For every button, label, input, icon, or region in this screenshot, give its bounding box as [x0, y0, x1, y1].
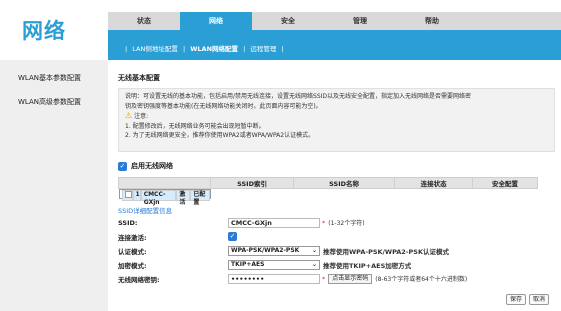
- ssid-row: SSID: CMCC-GXjn * (1-32个字符): [118, 216, 555, 229]
- auth-mode-select[interactable]: WPA-PSK/WPA2-PSK ⌄: [228, 245, 320, 256]
- enc-mode-value: TKIP+AES: [231, 260, 265, 268]
- active-label: 连接激活:: [118, 233, 147, 242]
- tab-security[interactable]: 安全: [252, 12, 324, 30]
- required-mark: *: [322, 218, 326, 227]
- table-cell: 1: [132, 190, 141, 201]
- tab-network[interactable]: 网络: [180, 12, 252, 30]
- warning-icon: ⚠: [125, 111, 133, 120]
- chevron-down-icon: ⌄: [311, 246, 317, 254]
- subnav-remote-management[interactable]: 远程管理: [250, 45, 276, 53]
- enable-wifi-checkbox[interactable]: ✓: [118, 161, 127, 171]
- auth-label: 认证模式:: [118, 247, 147, 256]
- tab-help[interactable]: 帮助: [396, 12, 468, 30]
- save-button[interactable]: 保存: [505, 294, 526, 305]
- tab-status[interactable]: 状态: [108, 12, 180, 30]
- enable-wifi-row: ✓ 启用无线网络: [118, 160, 555, 172]
- ssid-label: SSID:: [118, 218, 138, 227]
- ssid-table: SSID索引 SSID名称 连接状态 安全配置 1 CMCC-GXjn 激活 已…: [118, 177, 538, 206]
- page-logo: 网络: [22, 19, 66, 43]
- subnav-divider: |: [281, 45, 284, 53]
- row-select-box[interactable]: [124, 191, 132, 198]
- cancel-button[interactable]: 取消: [528, 294, 549, 305]
- subnav-divider: |: [125, 45, 128, 53]
- auth-mode-value: WPA-PSK/WPA2-PSK: [231, 246, 300, 254]
- note-line: 钥及密钥强度等基本功能(在无线网络功能关闭时，此页面内容可能为空)。: [125, 102, 322, 110]
- sidebar-item-wlan-basic[interactable]: WLAN基本参数配置: [0, 68, 108, 92]
- show-key-button[interactable]: 点击显示密码: [328, 273, 373, 284]
- action-buttons: 保存 取消: [505, 294, 549, 305]
- key-hint: (8-63个字符或者64个十六进制数): [375, 276, 468, 283]
- enc-hint: 推荐使用TKIP+AES加密方式: [323, 261, 412, 270]
- note-line: 2. 为了无线网络更安全，推荐你使用WPA2或者WPA/WPA2认证模式。: [125, 132, 315, 139]
- ssid-hint: (1-32个字符): [328, 220, 365, 227]
- section-title: 无线基本配置: [118, 74, 160, 82]
- table-header: [118, 177, 211, 189]
- table-header: 安全配置: [472, 177, 538, 189]
- table-header: 连接状态: [394, 177, 474, 189]
- auth-hint: 推荐使用WPA-PSK/WPA2-PSK认证模式: [323, 247, 449, 256]
- top-nav: 状态 网络 安全 管理 帮助: [108, 12, 561, 30]
- enable-wifi-label: 启用无线网络: [131, 162, 173, 170]
- note-line: 说明：可设置无线的基本功能，包括启用/禁用无线连接，设置无线网络SSID以及无线…: [125, 93, 472, 100]
- key-row: 无线网络密钥: •••••••• * 点击显示密码 (8-63个字符或者64个十…: [118, 272, 555, 285]
- chevron-down-icon: ⌄: [311, 260, 317, 268]
- note-warning-row: ⚠ 注意:: [125, 111, 548, 122]
- note-line: 1. 配置修改后，无线网络业务可能会出现短暂中断。: [125, 122, 265, 130]
- table-cell: 已配置: [190, 190, 210, 206]
- key-label: 无线网络密钥:: [118, 275, 160, 284]
- row-select-cell[interactable]: [121, 190, 133, 201]
- sidebar: WLAN基本参数配置 WLAN高级参数配置: [0, 60, 108, 311]
- ssid-input[interactable]: CMCC-GXjn: [228, 217, 320, 228]
- enc-row: 加密模式: TKIP+AES ⌄ 推荐使用TKIP+AES加密方式: [118, 258, 555, 271]
- logo-area: 网络: [0, 0, 108, 60]
- tab-management[interactable]: 管理: [324, 12, 396, 30]
- enc-mode-select[interactable]: TKIP+AES ⌄: [228, 259, 320, 270]
- table-row[interactable]: 1 CMCC-GXjn 激活 已配置: [118, 189, 211, 206]
- wifi-key-input[interactable]: ••••••••: [228, 273, 320, 284]
- required-mark: *: [322, 274, 326, 283]
- table-header-row: SSID索引 SSID名称 连接状态 安全配置: [118, 177, 538, 189]
- sub-nav: | LAN侧地址配置 | WLAN网络配置 | 远程管理 |: [108, 30, 561, 60]
- note-warning-label: 注意:: [134, 113, 149, 120]
- table-cell: 激活: [176, 190, 191, 206]
- subnav-divider: |: [243, 45, 246, 53]
- main-content: 无线基本配置 说明：可设置无线的基本功能，包括启用/禁用无线连接，设置无线网络S…: [118, 60, 555, 285]
- sidebar-item-wlan-advanced[interactable]: WLAN高级参数配置: [0, 92, 108, 116]
- subnav-divider: |: [182, 45, 186, 53]
- enc-label: 加密模式:: [118, 261, 147, 270]
- table-cell: CMCC-GXjn: [140, 190, 177, 206]
- note-box: 说明：可设置无线的基本功能，包括启用/禁用无线连接，设置无线网络SSID以及无线…: [118, 88, 555, 152]
- table-header: SSID名称: [293, 177, 396, 189]
- subnav-wlan-config[interactable]: WLAN网络配置: [190, 45, 238, 53]
- active-row: 连接激活: ✓: [118, 230, 555, 243]
- table-header: SSID索引: [209, 177, 295, 189]
- active-checkbox[interactable]: ✓: [228, 232, 237, 241]
- subnav-lan-config[interactable]: LAN侧地址配置: [132, 45, 178, 53]
- auth-row: 认证模式: WPA-PSK/WPA2-PSK ⌄ 推荐使用WPA-PSK/WPA2…: [118, 244, 555, 257]
